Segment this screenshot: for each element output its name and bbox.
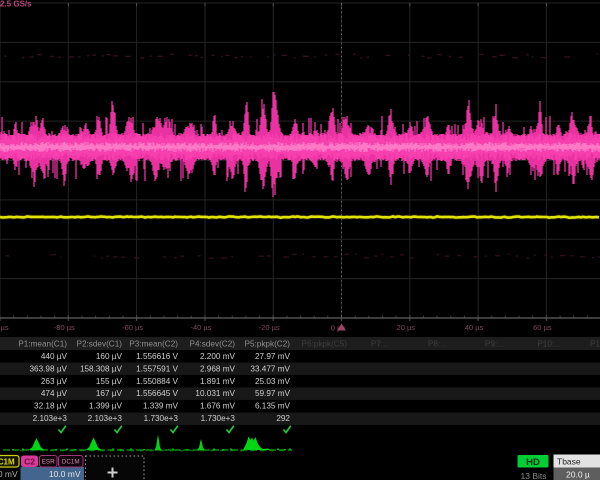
svg-text:C2: C2 (24, 457, 35, 467)
svg-text:2.200 mV: 2.200 mV (200, 352, 236, 361)
svg-text:13 Bits: 13 Bits (521, 471, 547, 480)
svg-text:ESR: ESR (42, 459, 55, 466)
svg-text:1.730e+3: 1.730e+3 (144, 414, 179, 423)
svg-text:1.730e+3: 1.730e+3 (201, 414, 236, 423)
svg-text:2.103e+3: 2.103e+3 (88, 414, 123, 423)
svg-text:-20 µs: -20 µs (259, 323, 280, 332)
svg-text:DC1M: DC1M (0, 458, 15, 467)
svg-text:P8:...: P8:... (428, 340, 447, 349)
svg-text:-100 µs: -100 µs (0, 323, 9, 332)
svg-text:1.676 mV: 1.676 mV (200, 402, 236, 411)
svg-text:1.556616 V: 1.556616 V (136, 352, 178, 361)
svg-text:1.339 mV: 1.339 mV (143, 402, 179, 411)
svg-text:1.557591 V: 1.557591 V (136, 364, 178, 373)
svg-text:P6:pkpk(C5): P6:pkpk(C5) (301, 340, 347, 349)
svg-text:P10:...: P10:... (537, 340, 561, 349)
svg-text:263 µV: 263 µV (41, 377, 68, 386)
svg-text:160 µV: 160 µV (96, 352, 123, 361)
svg-text:440 µV: 440 µV (41, 352, 68, 361)
svg-text:2.103e+3: 2.103e+3 (33, 414, 68, 423)
svg-text:158.308 µV: 158.308 µV (80, 364, 123, 373)
svg-text:20.0 µ: 20.0 µ (566, 470, 590, 480)
svg-text:-60 µs: -60 µs (122, 323, 143, 332)
svg-text:P4:sdev(C2): P4:sdev(C2) (189, 340, 235, 349)
svg-text:P1: P1 (590, 340, 600, 349)
svg-text:P3:mean(C2): P3:mean(C2) (129, 340, 178, 349)
svg-text:292: 292 (276, 414, 290, 423)
svg-text:P2:sdev(C1): P2:sdev(C1) (76, 340, 122, 349)
svg-text:40 µs: 40 µs (465, 323, 484, 332)
svg-text:P5:pkpk(C2): P5:pkpk(C2) (244, 340, 290, 349)
svg-text:155 µV: 155 µV (96, 377, 123, 386)
svg-text:1.550884 V: 1.550884 V (136, 377, 178, 386)
svg-text:1.891 mV: 1.891 mV (200, 377, 236, 386)
svg-text:P1:mean(C1): P1:mean(C1) (18, 340, 67, 349)
svg-text:2.5 GS/s: 2.5 GS/s (0, 0, 32, 9)
svg-text:59.97 mV: 59.97 mV (255, 389, 291, 398)
svg-text:10.0 mV: 10.0 mV (49, 469, 81, 479)
svg-text:25.03 mV: 25.03 mV (255, 377, 291, 386)
svg-text:32.18 µV: 32.18 µV (34, 402, 67, 411)
svg-text:50.0 mV: 50.0 mV (0, 469, 18, 479)
svg-text:1.399 µV: 1.399 µV (89, 402, 122, 411)
svg-text:10.031 mV: 10.031 mV (195, 389, 235, 398)
svg-text:DC1M: DC1M (62, 459, 80, 466)
svg-text:P9:...: P9:... (485, 340, 504, 349)
svg-text:474 µV: 474 µV (41, 389, 68, 398)
svg-text:1.556645 V: 1.556645 V (136, 389, 178, 398)
svg-text:P7:...: P7:... (371, 340, 390, 349)
svg-text:Tbase: Tbase (557, 457, 581, 467)
svg-text:-40 µs: -40 µs (191, 323, 212, 332)
svg-text:363.98 µV: 363.98 µV (30, 364, 68, 373)
svg-text:20 µs: 20 µs (397, 323, 416, 332)
svg-text:HD: HD (526, 457, 540, 468)
svg-text:167 µV: 167 µV (96, 389, 123, 398)
svg-text:-80 µs: -80 µs (54, 323, 75, 332)
svg-text:6.135 mV: 6.135 mV (255, 402, 291, 411)
svg-text:27.97 mV: 27.97 mV (255, 352, 291, 361)
svg-text:2.968 mV: 2.968 mV (200, 364, 236, 373)
svg-text:60 µs: 60 µs (533, 323, 552, 332)
svg-text:33.477 mV: 33.477 mV (250, 364, 290, 373)
